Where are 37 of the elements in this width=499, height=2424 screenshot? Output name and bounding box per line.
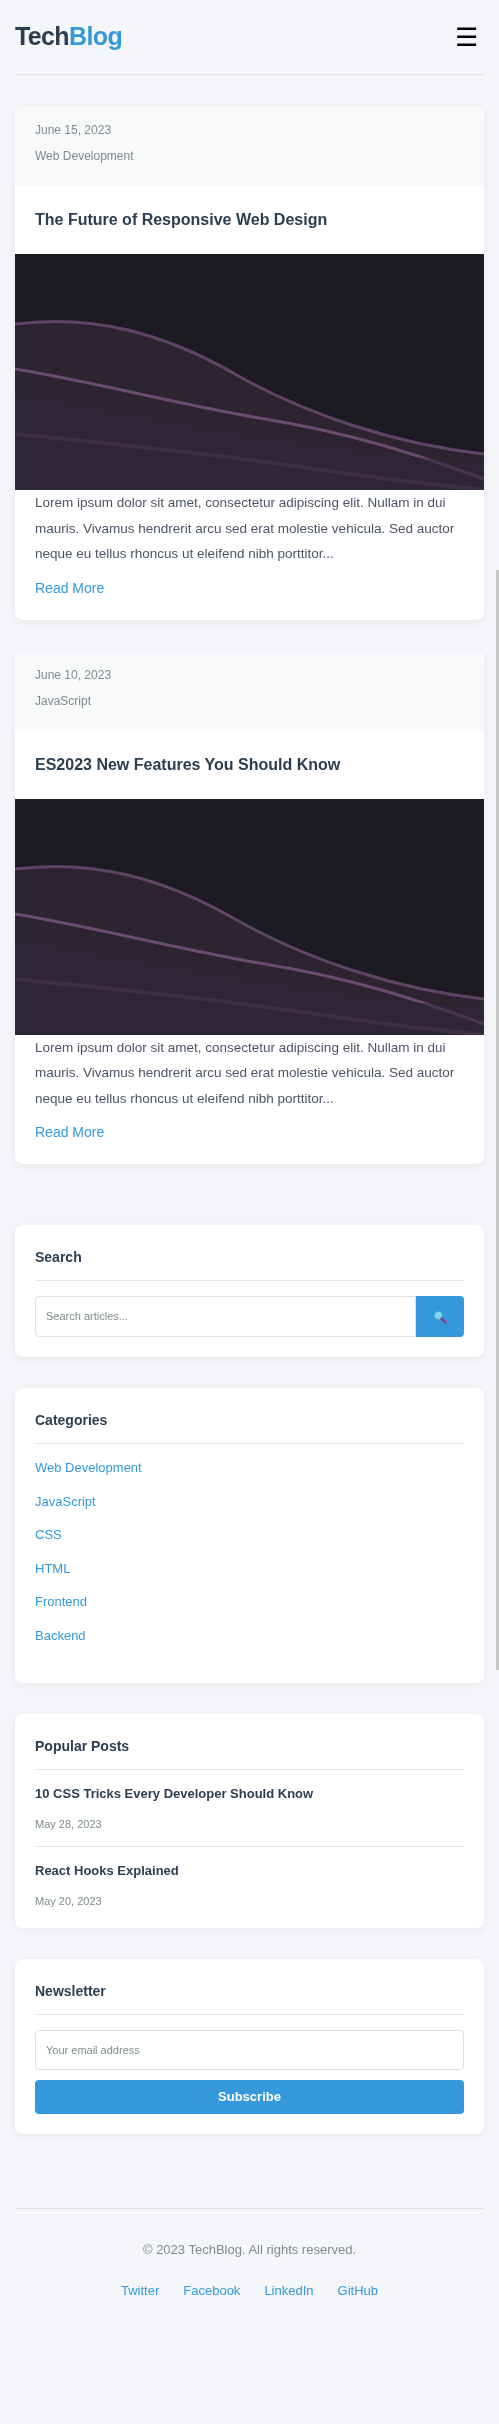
category-link[interactable]: Backend xyxy=(35,1626,86,1645)
post-date: June 15, 2023 xyxy=(35,123,113,137)
post-title[interactable]: ES2023 New Features You Should Know xyxy=(35,752,341,777)
post-date: June 10, 2023 xyxy=(35,667,113,682)
search-button[interactable] xyxy=(416,1296,464,1337)
search-icon xyxy=(433,1309,447,1324)
widget-title: Categories xyxy=(35,1411,109,1430)
popular-post-link[interactable]: React Hooks Explained xyxy=(35,1862,464,1880)
popular-post-date: May 28, 2023 xyxy=(35,1817,103,1831)
category-link[interactable]: HTML xyxy=(35,1559,71,1578)
post-category: JavaScript xyxy=(35,693,93,708)
category-link[interactable]: JavaScript xyxy=(35,1492,96,1511)
footer-link[interactable]: LinkedIn xyxy=(264,2282,314,2300)
email-field[interactable]: Your email address xyxy=(35,2030,464,2070)
popular-post-date: May 20, 2023 xyxy=(35,1894,103,1908)
copyright-text: © 2023 TechBlog. All rights reserved. xyxy=(142,2241,357,2259)
menu-button[interactable]: ☰ xyxy=(455,24,484,50)
widget-title: Newsletter xyxy=(35,1982,107,2001)
widget-title: Popular Posts xyxy=(35,1737,131,1756)
post-category: Web Development xyxy=(35,149,135,163)
post-title[interactable]: The Future of Responsive Web Design xyxy=(35,208,328,232)
scrollbar[interactable] xyxy=(496,570,499,1670)
search-field[interactable]: Search articles... xyxy=(35,1296,416,1337)
popular-post-link[interactable]: 10 CSS Tricks Every Developer Should Know xyxy=(35,1785,464,1803)
category-link[interactable]: Web Development xyxy=(35,1459,142,1478)
logo[interactable]: TechBlog xyxy=(15,18,123,56)
footer-link[interactable]: Twitter xyxy=(121,2282,160,2300)
footer-link[interactable]: GitHub xyxy=(337,2282,378,2300)
post-excerpt: Lorem ipsum dolor sit amet, consectetur adipiscing elit. Nullam in dui mauris. Vivamus hendrerit arcu sed erat molestie vehicula. Sed auctor neque eu tellus rhoncus ut eleifend nibh porttitor... xyxy=(35,1038,456,1108)
read-more-link[interactable]: Read More xyxy=(35,1122,105,1143)
read-more-link[interactable]: Read More xyxy=(35,577,105,599)
post-excerpt: Lorem ipsum dolor sit amet, consectetur adipiscing elit. Nullam in dui mauris. Vivamus hendrerit arcu sed erat molestie vehicula. Sed auctor neque eu tellus rhoncus ut eleifend nibh porttitor... xyxy=(35,494,456,563)
footer-link[interactable]: Facebook xyxy=(183,2282,241,2300)
category-link[interactable]: CSS xyxy=(35,1526,62,1545)
widget-title: Search xyxy=(35,1248,83,1267)
category-link[interactable]: Frontend xyxy=(35,1593,88,1612)
subscribe-button[interactable]: Subscribe xyxy=(35,2080,464,2114)
